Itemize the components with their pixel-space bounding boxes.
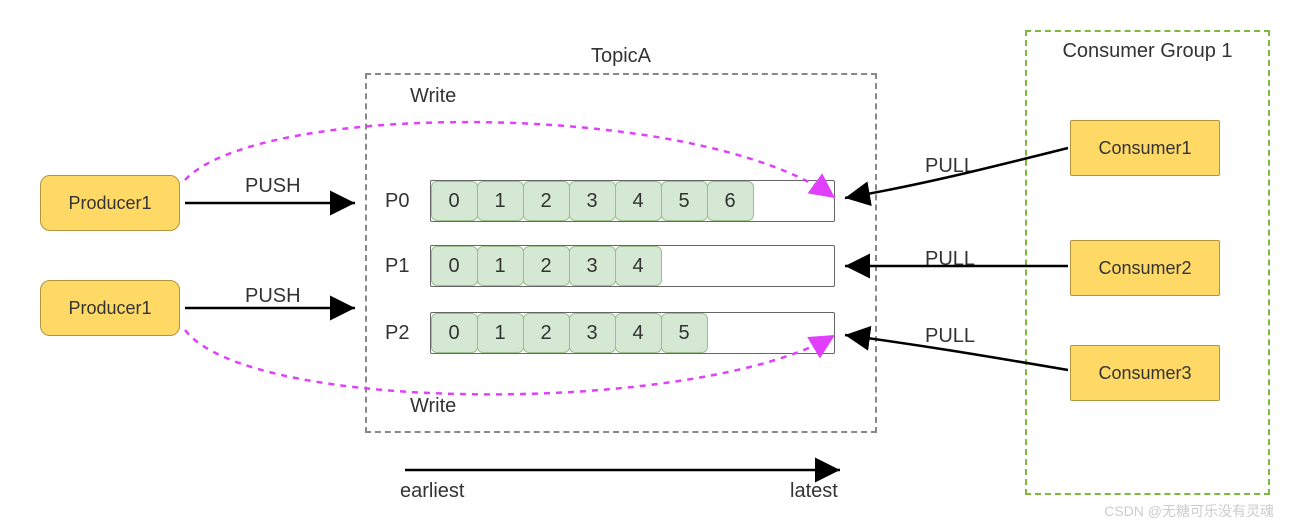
partition-slot: 5 <box>661 181 708 221</box>
partition-label: P2 <box>385 322 430 345</box>
partition-slot: 1 <box>477 313 524 353</box>
producer-box-1: Producer1 <box>40 175 180 231</box>
push-label-2: PUSH <box>245 285 301 308</box>
consumer-box-3: Consumer3 <box>1070 345 1220 401</box>
partition-slot: 2 <box>523 181 570 221</box>
consumer-label: Consumer2 <box>1098 258 1191 279</box>
partition-slot: 0 <box>431 246 478 286</box>
consumer-box-2: Consumer2 <box>1070 240 1220 296</box>
partition-slots: 0 1 2 3 4 5 <box>430 312 835 354</box>
write-label-bottom: Write <box>410 395 456 418</box>
partition-slots: 0 1 2 3 4 5 6 <box>430 180 835 222</box>
partition-slot: 0 <box>431 181 478 221</box>
consumer-group-title: Consumer Group 1 <box>1062 40 1232 63</box>
consumer-label: Consumer3 <box>1098 363 1191 384</box>
pull-label-2: PULL <box>925 248 975 271</box>
producer-label: Producer1 <box>68 298 151 319</box>
partition-row-p1: P1 0 1 2 3 4 <box>385 245 835 287</box>
latest-label: latest <box>790 480 838 503</box>
partition-slot: 5 <box>661 313 708 353</box>
partition-slot: 4 <box>615 181 662 221</box>
partition-slot: 1 <box>477 181 524 221</box>
partition-slots: 0 1 2 3 4 <box>430 245 835 287</box>
partition-slot: 6 <box>707 181 754 221</box>
partition-row-p0: P0 0 1 2 3 4 5 6 <box>385 180 835 222</box>
partition-slot: 2 <box>523 246 570 286</box>
partition-slot: 1 <box>477 246 524 286</box>
partition-row-p2: P2 0 1 2 3 4 5 <box>385 312 835 354</box>
partition-slot: 0 <box>431 313 478 353</box>
push-label-1: PUSH <box>245 175 301 198</box>
watermark: CSDN @无糖可乐没有灵魂 <box>1104 501 1274 521</box>
partition-slot: 4 <box>615 313 662 353</box>
partition-slot: 3 <box>569 246 616 286</box>
pull-label-1: PULL <box>925 155 975 178</box>
producer-box-2: Producer1 <box>40 280 180 336</box>
consumer-box-1: Consumer1 <box>1070 120 1220 176</box>
partition-slot: 3 <box>569 181 616 221</box>
topic-title: TopicA <box>591 45 651 68</box>
partition-label: P0 <box>385 190 430 213</box>
pull-label-3: PULL <box>925 325 975 348</box>
partition-slot: 2 <box>523 313 570 353</box>
partition-slot: 4 <box>615 246 662 286</box>
earliest-label: earliest <box>400 480 464 503</box>
write-label-top: Write <box>410 85 456 108</box>
producer-label: Producer1 <box>68 193 151 214</box>
partition-slot: 3 <box>569 313 616 353</box>
consumer-label: Consumer1 <box>1098 138 1191 159</box>
partition-label: P1 <box>385 255 430 278</box>
